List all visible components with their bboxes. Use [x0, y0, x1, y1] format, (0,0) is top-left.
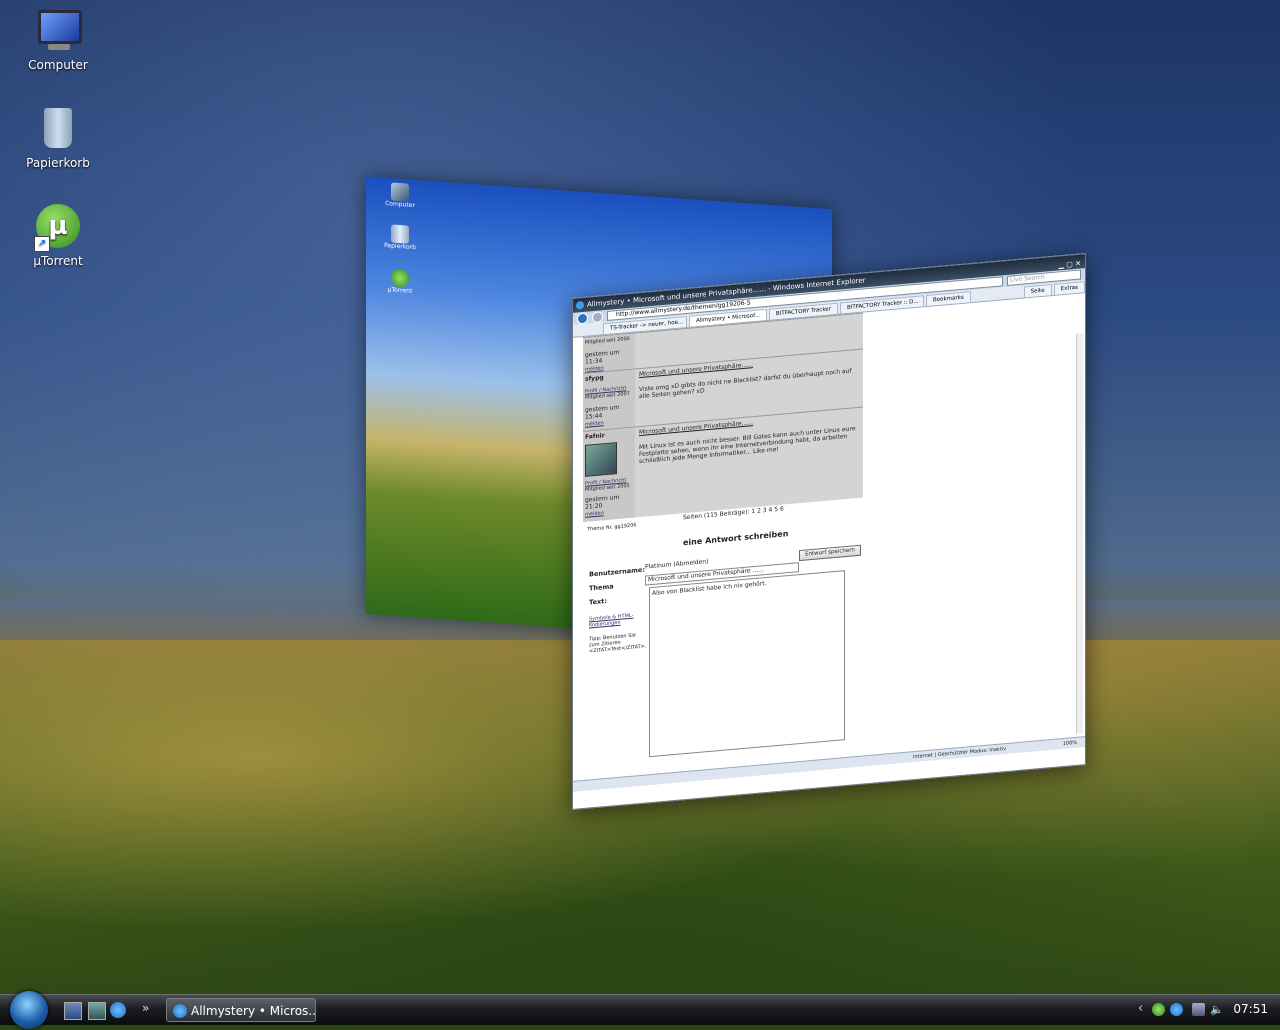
desktop-icon-label: µTorrent: [33, 254, 83, 268]
post-time: gestern um 11:34: [585, 348, 620, 366]
show-desktop-icon[interactable]: [64, 1002, 82, 1020]
utorrent-icon: [391, 268, 409, 288]
tips-text: Tipp: Benutzen Sie zum Zitieren <ZITAT>T…: [589, 632, 647, 655]
mini-computer: Computer: [380, 182, 420, 210]
minimize-icon[interactable]: ▁: [1059, 261, 1064, 269]
system-tray: ‹ 🔈 07:51: [1130, 995, 1280, 1025]
post-time: gestern um 21:20: [585, 493, 620, 511]
taskbar-button-ie[interactable]: Allmystery • Micros...: [166, 998, 316, 1022]
recycle-bin-icon: [34, 104, 82, 152]
forward-button[interactable]: [592, 310, 603, 323]
post-username[interactable]: sfypg: [585, 372, 633, 383]
post-user-column: sfypg Profil / Nachricht Mitglied seit 2…: [583, 369, 635, 433]
report-link[interactable]: melden: [585, 510, 604, 518]
shortcut-arrow-icon: ↗: [34, 236, 50, 252]
save-draft-button[interactable]: Entwurf speichern: [799, 544, 861, 562]
switch-windows-icon[interactable]: [88, 1002, 106, 1020]
post-user-column: Mitglied seit 2006 gestern um 11:34 meld…: [583, 333, 635, 375]
internet-explorer-icon[interactable]: [110, 1002, 126, 1018]
mini-utorrent: µTorrent: [380, 268, 420, 296]
mini-label: Papierkorb: [384, 241, 416, 252]
page-content: Mitglied seit 2006 gestern um 11:34 meld…: [573, 293, 1085, 792]
mini-label: Computer: [385, 200, 415, 210]
desktop-icon-label: Computer: [28, 58, 88, 72]
post-username[interactable]: Fafnir: [585, 430, 633, 441]
mini-recycle-bin: Papierkorb: [380, 224, 420, 252]
desktop-icon-utorrent[interactable]: µ ↗ µTorrent: [8, 202, 108, 268]
thread-number: Thema Nr. gg19206: [587, 522, 637, 533]
internet-explorer-icon: [173, 1004, 187, 1018]
security-zone: Internet | Geschützter Modus: Inaktiv: [913, 746, 1007, 761]
monitor-tray-icon[interactable]: [1192, 1003, 1205, 1016]
chevron-left-icon[interactable]: ‹: [1138, 1001, 1143, 1016]
thema-label: Thema: [589, 582, 614, 593]
text-label: Text:: [589, 596, 607, 607]
desktop-icon-label: Papierkorb: [26, 156, 90, 170]
taskbar-button-label: Allmystery • Micros...: [191, 1004, 316, 1018]
report-link[interactable]: melden: [585, 420, 604, 428]
quicklaunch-more[interactable]: »: [142, 1001, 149, 1015]
utorrent-icon: µ ↗: [34, 202, 82, 252]
mini-label: µTorrent: [387, 286, 413, 295]
computer-icon: [34, 6, 82, 54]
ie-logo-icon: [576, 300, 584, 310]
username-value[interactable]: Platinum (Abmelden): [645, 558, 708, 571]
reply-heading: eine Antwort schreiben: [683, 529, 789, 548]
desktop-icon-computer[interactable]: Computer: [8, 6, 108, 72]
reply-textarea[interactable]: Also von Blacklist habe ich nix gehört.: [649, 570, 845, 758]
computer-icon: [391, 182, 409, 202]
username-label: Benutzername:: [589, 565, 645, 579]
avatar: [585, 442, 617, 477]
post-time: gestern um 15:44: [585, 403, 620, 421]
member-since: Mitglied seit 2006: [585, 335, 630, 346]
vertical-scrollbar[interactable]: [1076, 333, 1083, 734]
close-icon[interactable]: ✕: [1075, 259, 1081, 268]
ie-window[interactable]: Allmystery • Microsoft und unsere Privat…: [572, 253, 1086, 810]
desktop-icon-recycle-bin[interactable]: Papierkorb: [8, 104, 108, 170]
utorrent-tray-icon[interactable]: [1152, 1003, 1165, 1016]
taskbar: » Allmystery • Micros... ‹ 🔈 07:51: [0, 991, 1280, 1029]
zoom-level[interactable]: 100%: [1063, 738, 1077, 749]
post-user-column: Fafnir Profil / Nachricht Mitglied seit …: [583, 427, 635, 523]
back-button[interactable]: [577, 312, 588, 325]
recycle-bin-icon: [391, 224, 409, 244]
clock[interactable]: 07:51: [1233, 1002, 1268, 1016]
volume-icon[interactable]: 🔈: [1210, 1003, 1224, 1016]
start-button[interactable]: [10, 991, 48, 1029]
symbols-link[interactable]: Symbole & HTML-Kodierungen: [589, 612, 643, 629]
network-tray-icon[interactable]: [1170, 1003, 1183, 1016]
maximize-icon[interactable]: ▢: [1066, 260, 1073, 269]
